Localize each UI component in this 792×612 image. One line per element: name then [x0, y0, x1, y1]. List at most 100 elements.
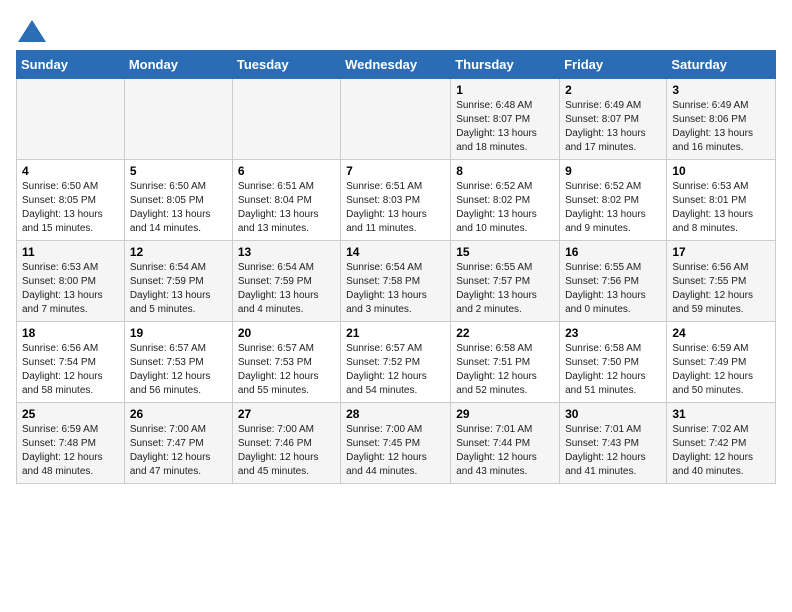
calendar-cell: 19 Sunrise: 6:57 AMSunset: 7:53 PMDayligh… — [124, 322, 232, 403]
calendar-cell — [341, 79, 451, 160]
calendar-cell: 13 Sunrise: 6:54 AMSunset: 7:59 PMDayligh… — [232, 241, 340, 322]
day-info: Sunrise: 6:58 AMSunset: 7:51 PMDaylight:… — [456, 342, 554, 398]
day-info: Sunrise: 6:50 AMSunset: 8:05 PMDaylight:… — [22, 180, 119, 236]
day-info: Sunrise: 6:54 AMSunset: 7:59 PMDaylight:… — [238, 261, 335, 317]
day-number: 17 — [672, 245, 770, 259]
day-info: Sunrise: 7:02 AMSunset: 7:42 PMDaylight:… — [672, 423, 770, 479]
calendar-cell: 30Sunrise: 7:01 AMSunset: 7:43 PMDayligh… — [560, 403, 667, 484]
day-of-week-sunday: Sunday — [17, 51, 125, 79]
logo — [16, 20, 46, 42]
day-number: 6 — [238, 164, 335, 178]
calendar-week-1: 1 Sunrise: 6:48 AMSunset: 8:07 PMDaylight… — [17, 79, 776, 160]
day-info: Sunrise: 7:00 AMSunset: 7:46 PMDaylight:… — [238, 423, 335, 479]
calendar-cell: 3 Sunrise: 6:49 AMSunset: 8:06 PMDaylight… — [667, 79, 776, 160]
day-info: Sunrise: 6:48 AMSunset: 8:07 PMDaylight:… — [456, 99, 554, 155]
day-info: Sunrise: 6:56 AMSunset: 7:54 PMDaylight:… — [22, 342, 119, 398]
calendar-cell: 26 Sunrise: 7:00 AMSunset: 7:47 PMDayligh… — [124, 403, 232, 484]
calendar-cell: 14 Sunrise: 6:54 AMSunset: 7:58 PMDayligh… — [341, 241, 451, 322]
day-number: 24 — [672, 326, 770, 340]
calendar-cell: 21Sunrise: 6:57 AMSunset: 7:52 PMDayligh… — [341, 322, 451, 403]
day-info: Sunrise: 6:54 AMSunset: 7:58 PMDaylight:… — [346, 261, 445, 317]
day-number: 31 — [672, 407, 770, 421]
day-info: Sunrise: 7:00 AMSunset: 7:47 PMDaylight:… — [130, 423, 227, 479]
calendar-cell: 12 Sunrise: 6:54 AMSunset: 7:59 PMDayligh… — [124, 241, 232, 322]
day-number: 4 — [22, 164, 119, 178]
calendar-cell: 10Sunrise: 6:53 AMSunset: 8:01 PMDayligh… — [667, 160, 776, 241]
calendar-cell: 24Sunrise: 6:59 AMSunset: 7:49 PMDayligh… — [667, 322, 776, 403]
day-info: Sunrise: 6:49 AMSunset: 8:06 PMDaylight:… — [672, 99, 770, 155]
day-number: 7 — [346, 164, 445, 178]
calendar-cell: 2Sunrise: 6:49 AMSunset: 8:07 PMDaylight… — [560, 79, 667, 160]
day-info: Sunrise: 6:58 AMSunset: 7:50 PMDaylight:… — [565, 342, 661, 398]
day-info: Sunrise: 6:57 AMSunset: 7:53 PMDaylight:… — [130, 342, 227, 398]
calendar-cell: 31 Sunrise: 7:02 AMSunset: 7:42 PMDayligh… — [667, 403, 776, 484]
day-number: 8 — [456, 164, 554, 178]
day-of-week-saturday: Saturday — [667, 51, 776, 79]
calendar-cell: 15Sunrise: 6:55 AMSunset: 7:57 PMDayligh… — [451, 241, 560, 322]
day-info: Sunrise: 6:52 AMSunset: 8:02 PMDaylight:… — [456, 180, 554, 236]
day-number: 1 — [456, 83, 554, 97]
calendar-cell: 29 Sunrise: 7:01 AMSunset: 7:44 PMDayligh… — [451, 403, 560, 484]
day-number: 26 — [130, 407, 227, 421]
calendar-header-row: SundayMondayTuesdayWednesdayThursdayFrid… — [17, 51, 776, 79]
day-number: 12 — [130, 245, 227, 259]
calendar-cell: 6Sunrise: 6:51 AMSunset: 8:04 PMDaylight… — [232, 160, 340, 241]
calendar-cell: 22 Sunrise: 6:58 AMSunset: 7:51 PMDayligh… — [451, 322, 560, 403]
calendar-cell: 5 Sunrise: 6:50 AMSunset: 8:05 PMDaylight… — [124, 160, 232, 241]
calendar-cell — [17, 79, 125, 160]
day-number: 14 — [346, 245, 445, 259]
calendar-cell: 18 Sunrise: 6:56 AMSunset: 7:54 PMDayligh… — [17, 322, 125, 403]
calendar-table: SundayMondayTuesdayWednesdayThursdayFrid… — [16, 50, 776, 484]
day-of-week-tuesday: Tuesday — [232, 51, 340, 79]
day-info: Sunrise: 6:59 AMSunset: 7:48 PMDaylight:… — [22, 423, 119, 479]
calendar-cell — [232, 79, 340, 160]
logo-icon — [18, 20, 46, 42]
day-info: Sunrise: 6:56 AMSunset: 7:55 PMDaylight:… — [672, 261, 770, 317]
day-info: Sunrise: 6:51 AMSunset: 8:03 PMDaylight:… — [346, 180, 445, 236]
day-number: 18 — [22, 326, 119, 340]
calendar-cell: 17 Sunrise: 6:56 AMSunset: 7:55 PMDayligh… — [667, 241, 776, 322]
calendar-cell: 1 Sunrise: 6:48 AMSunset: 8:07 PMDaylight… — [451, 79, 560, 160]
day-number: 13 — [238, 245, 335, 259]
day-number: 21 — [346, 326, 445, 340]
calendar-cell: 28 Sunrise: 7:00 AMSunset: 7:45 PMDayligh… — [341, 403, 451, 484]
day-number: 11 — [22, 245, 119, 259]
day-info: Sunrise: 6:55 AMSunset: 7:57 PMDaylight:… — [456, 261, 554, 317]
day-info: Sunrise: 6:49 AMSunset: 8:07 PMDaylight:… — [565, 99, 661, 155]
day-info: Sunrise: 6:55 AMSunset: 7:56 PMDaylight:… — [565, 261, 661, 317]
day-number: 25 — [22, 407, 119, 421]
page-header — [16, 16, 776, 42]
calendar-week-5: 25 Sunrise: 6:59 AMSunset: 7:48 PMDayligh… — [17, 403, 776, 484]
calendar-cell: 23 Sunrise: 6:58 AMSunset: 7:50 PMDayligh… — [560, 322, 667, 403]
calendar-cell — [124, 79, 232, 160]
calendar-cell: 25 Sunrise: 6:59 AMSunset: 7:48 PMDayligh… — [17, 403, 125, 484]
day-info: Sunrise: 6:57 AMSunset: 7:53 PMDaylight:… — [238, 342, 335, 398]
day-number: 3 — [672, 83, 770, 97]
calendar-cell: 9 Sunrise: 6:52 AMSunset: 8:02 PMDaylight… — [560, 160, 667, 241]
day-number: 23 — [565, 326, 661, 340]
calendar-week-3: 11 Sunrise: 6:53 AMSunset: 8:00 PMDayligh… — [17, 241, 776, 322]
day-number: 27 — [238, 407, 335, 421]
calendar-cell: 20 Sunrise: 6:57 AMSunset: 7:53 PMDayligh… — [232, 322, 340, 403]
day-number: 9 — [565, 164, 661, 178]
day-of-week-wednesday: Wednesday — [341, 51, 451, 79]
day-of-week-monday: Monday — [124, 51, 232, 79]
calendar-week-4: 18 Sunrise: 6:56 AMSunset: 7:54 PMDayligh… — [17, 322, 776, 403]
day-number: 20 — [238, 326, 335, 340]
day-of-week-thursday: Thursday — [451, 51, 560, 79]
calendar-cell: 8 Sunrise: 6:52 AMSunset: 8:02 PMDaylight… — [451, 160, 560, 241]
calendar-cell: 7 Sunrise: 6:51 AMSunset: 8:03 PMDaylight… — [341, 160, 451, 241]
day-number: 29 — [456, 407, 554, 421]
calendar-cell: 16Sunrise: 6:55 AMSunset: 7:56 PMDayligh… — [560, 241, 667, 322]
day-number: 28 — [346, 407, 445, 421]
day-info: Sunrise: 7:00 AMSunset: 7:45 PMDaylight:… — [346, 423, 445, 479]
day-info: Sunrise: 7:01 AMSunset: 7:44 PMDaylight:… — [456, 423, 554, 479]
day-info: Sunrise: 6:52 AMSunset: 8:02 PMDaylight:… — [565, 180, 661, 236]
calendar-cell: 11 Sunrise: 6:53 AMSunset: 8:00 PMDayligh… — [17, 241, 125, 322]
day-number: 22 — [456, 326, 554, 340]
day-number: 19 — [130, 326, 227, 340]
day-number: 5 — [130, 164, 227, 178]
day-info: Sunrise: 6:54 AMSunset: 7:59 PMDaylight:… — [130, 261, 227, 317]
day-info: Sunrise: 6:50 AMSunset: 8:05 PMDaylight:… — [130, 180, 227, 236]
day-info: Sunrise: 6:53 AMSunset: 8:00 PMDaylight:… — [22, 261, 119, 317]
